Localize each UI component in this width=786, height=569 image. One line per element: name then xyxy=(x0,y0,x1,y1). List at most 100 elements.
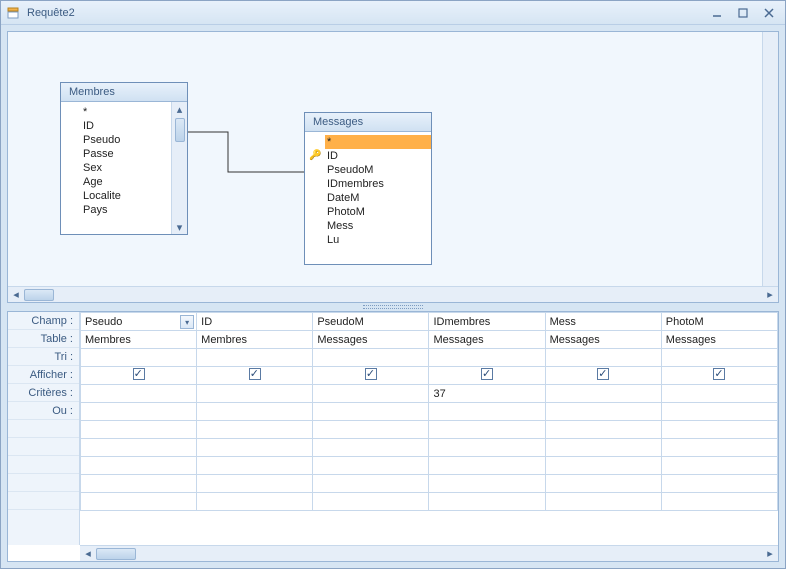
grid-cell[interactable]: Messages xyxy=(313,331,429,349)
field-item[interactable]: Pseudo xyxy=(81,133,171,147)
grid-cell[interactable] xyxy=(429,475,545,493)
grid-cell[interactable]: Messages xyxy=(429,331,545,349)
grid-cell[interactable] xyxy=(313,403,429,421)
field-item[interactable]: Mess xyxy=(325,219,431,233)
grid-cell[interactable] xyxy=(197,403,313,421)
grid-cell[interactable] xyxy=(197,493,313,511)
scroll-left-icon[interactable]: ◂ xyxy=(80,546,96,562)
scroll-right-icon[interactable]: ▸ xyxy=(762,287,778,303)
grid-cell[interactable] xyxy=(545,457,661,475)
splitter[interactable] xyxy=(7,303,779,311)
grid-cell[interactable] xyxy=(197,349,313,367)
grid-cell[interactable] xyxy=(197,421,313,439)
grid-cell[interactable] xyxy=(313,475,429,493)
maximize-button[interactable] xyxy=(731,4,755,22)
field-scrollbar[interactable]: ▴ ▾ xyxy=(171,102,187,234)
design-horizontal-scrollbar[interactable]: ◂ ▸ xyxy=(8,286,778,302)
grid-horizontal-scrollbar[interactable]: ◂ ▸ xyxy=(80,545,778,561)
grid-cell[interactable] xyxy=(81,421,197,439)
grid-cell[interactable] xyxy=(313,385,429,403)
grid-cell[interactable]: Mess xyxy=(545,313,661,331)
table-messages-fields[interactable]: * 🔑 ID PseudoM IDmembres DateM PhotoM Me… xyxy=(305,132,431,264)
grid-cell[interactable] xyxy=(661,475,777,493)
show-checkbox[interactable] xyxy=(133,368,145,380)
grid-cell[interactable] xyxy=(313,367,429,385)
grid-cell[interactable]: IDmembres xyxy=(429,313,545,331)
grid-cell[interactable] xyxy=(545,349,661,367)
field-item[interactable]: DateM xyxy=(325,191,431,205)
grid-cell[interactable] xyxy=(197,367,313,385)
show-checkbox[interactable] xyxy=(249,368,261,380)
grid-cell[interactable]: PseudoM xyxy=(313,313,429,331)
field-item[interactable]: * xyxy=(325,135,431,149)
show-checkbox[interactable] xyxy=(481,368,493,380)
scroll-down-icon[interactable]: ▾ xyxy=(172,220,187,234)
grid-cell[interactable]: ID xyxy=(197,313,313,331)
grid-columns[interactable]: Pseudo▾IDPseudoMIDmembresMessPhotoM Membr… xyxy=(80,312,778,545)
grid-cell[interactable] xyxy=(545,493,661,511)
grid-cell[interactable] xyxy=(545,367,661,385)
design-vertical-scrollbar[interactable] xyxy=(762,32,778,286)
grid-cell[interactable] xyxy=(81,457,197,475)
grid-cell[interactable] xyxy=(661,439,777,457)
scroll-track[interactable] xyxy=(96,546,762,562)
dropdown-button[interactable]: ▾ xyxy=(180,315,194,329)
grid-cell[interactable] xyxy=(545,403,661,421)
scroll-track[interactable] xyxy=(24,287,762,303)
grid-cell[interactable] xyxy=(545,475,661,493)
field-item[interactable]: PseudoM xyxy=(325,163,431,177)
field-item[interactable]: Lu xyxy=(325,233,431,247)
grid-cell[interactable]: PhotoM xyxy=(661,313,777,331)
grid-cell[interactable] xyxy=(661,493,777,511)
grid-cell[interactable] xyxy=(81,385,197,403)
table-header[interactable]: Membres xyxy=(61,83,187,102)
grid-cell[interactable] xyxy=(429,493,545,511)
grid-cell[interactable] xyxy=(81,493,197,511)
grid-cell[interactable] xyxy=(429,367,545,385)
grid-cell[interactable] xyxy=(429,457,545,475)
field-item[interactable]: Sex xyxy=(81,161,171,175)
grid-cell[interactable] xyxy=(661,349,777,367)
grid-cell[interactable]: Messages xyxy=(661,331,777,349)
scroll-thumb[interactable] xyxy=(96,548,136,560)
grid-cell[interactable] xyxy=(197,475,313,493)
minimize-button[interactable] xyxy=(705,4,729,22)
field-item[interactable]: PhotoM xyxy=(325,205,431,219)
scroll-thumb[interactable] xyxy=(175,118,185,142)
grid-cell[interactable] xyxy=(313,349,429,367)
table-header[interactable]: Messages xyxy=(305,113,431,132)
field-item[interactable]: Age xyxy=(81,175,171,189)
grid-cell[interactable] xyxy=(81,349,197,367)
design-canvas[interactable]: Membres * ID Pseudo Passe Sex Age Locali… xyxy=(8,32,762,286)
show-checkbox[interactable] xyxy=(713,368,725,380)
field-item[interactable]: Localite xyxy=(81,189,171,203)
grid-cell[interactable] xyxy=(545,385,661,403)
grid-cell[interactable]: Membres xyxy=(197,331,313,349)
grid-cell[interactable] xyxy=(81,403,197,421)
grid-cell[interactable] xyxy=(661,385,777,403)
field-item[interactable]: Pays xyxy=(81,203,171,217)
scroll-thumb[interactable] xyxy=(24,289,54,301)
grid-cell[interactable] xyxy=(545,439,661,457)
field-item[interactable]: 🔑 ID xyxy=(325,149,431,163)
grid-cell[interactable]: Pseudo▾ xyxy=(81,313,197,331)
grid-cell[interactable] xyxy=(81,439,197,457)
table-membres[interactable]: Membres * ID Pseudo Passe Sex Age Locali… xyxy=(60,82,188,235)
grid-cell[interactable]: 37 xyxy=(429,385,545,403)
field-item[interactable]: Passe xyxy=(81,147,171,161)
grid-cell[interactable] xyxy=(429,349,545,367)
grid-cell[interactable] xyxy=(429,421,545,439)
grid-cell[interactable] xyxy=(661,457,777,475)
grid-cell[interactable] xyxy=(197,457,313,475)
scroll-up-icon[interactable]: ▴ xyxy=(172,102,187,116)
grid-cell[interactable] xyxy=(429,439,545,457)
field-item[interactable]: ID xyxy=(81,119,171,133)
grid-cell[interactable] xyxy=(661,367,777,385)
grid-cell[interactable] xyxy=(313,493,429,511)
grid-cell[interactable] xyxy=(661,421,777,439)
grid-cell[interactable] xyxy=(429,403,545,421)
show-checkbox[interactable] xyxy=(597,368,609,380)
titlebar[interactable]: Requête2 xyxy=(1,1,785,25)
grid-cell[interactable] xyxy=(545,421,661,439)
show-checkbox[interactable] xyxy=(365,368,377,380)
